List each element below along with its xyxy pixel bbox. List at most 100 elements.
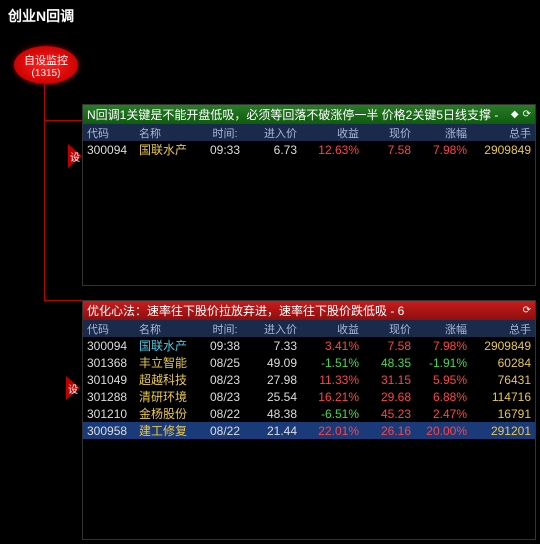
monitor-label: 自设监控: [24, 52, 68, 68]
cell-price: 7.58: [363, 143, 415, 157]
table-row[interactable]: 301210金杨股份08/2248.38-6.51%45.232.47%1679…: [83, 405, 535, 422]
column-header[interactable]: 时间:: [205, 125, 249, 141]
column-header[interactable]: 代码: [83, 125, 139, 141]
cell-name: 丰立智能: [139, 354, 205, 371]
cell-chg: -1.91%: [415, 356, 471, 370]
cell-ret: -1.51%: [301, 356, 363, 370]
cell-time: 09:33: [205, 143, 249, 157]
cell-price: 48.35: [363, 356, 415, 370]
cell-time: 08/23: [205, 390, 249, 404]
cell-ret: 3.41%: [301, 339, 363, 353]
stock-panel: 优化心法：速率往下股价拉放弃进，速率往下股价跌低吸 - 6⟳代码名称时间:进入价…: [82, 300, 536, 540]
cell-time: 08/23: [205, 373, 249, 387]
cell-code: 300094: [83, 143, 139, 157]
cell-code: 301368: [83, 356, 139, 370]
cell-vol: 76431: [471, 373, 535, 387]
cell-price: 29.68: [363, 390, 415, 404]
cell-vol: 2909849: [471, 339, 535, 353]
cell-code: 300094: [83, 339, 139, 353]
column-header[interactable]: 涨幅: [415, 125, 471, 141]
table-row[interactable]: 300094国联水产09:387.333.41%7.587.98%2909849: [83, 337, 535, 354]
cell-price: 31.15: [363, 373, 415, 387]
cell-code: 301210: [83, 407, 139, 421]
cell-chg: 7.98%: [415, 143, 471, 157]
cell-entry: 27.98: [249, 373, 301, 387]
cell-ret: -6.51%: [301, 407, 363, 421]
cell-entry: 21.44: [249, 424, 301, 438]
cell-ret: 11.33%: [301, 373, 363, 387]
cell-time: 08/25: [205, 356, 249, 370]
cell-ret: 12.63%: [301, 143, 363, 157]
cell-chg: 5.95%: [415, 373, 471, 387]
cell-code: 300958: [83, 424, 139, 438]
table-row[interactable]: 301049超越科技08/2327.9811.33%31.155.95%7643…: [83, 371, 535, 388]
cell-name: 金杨股份: [139, 405, 205, 422]
cell-time: 08/22: [205, 407, 249, 421]
column-header[interactable]: 总手: [471, 321, 535, 337]
cell-name: 国联水产: [139, 337, 205, 354]
cell-vol: 2909849: [471, 143, 535, 157]
column-header[interactable]: 涨幅: [415, 321, 471, 337]
cell-vol: 60284: [471, 356, 535, 370]
table-row[interactable]: 301288清研环境08/2325.5416.21%29.686.88%1147…: [83, 388, 535, 405]
self-monitor-badge[interactable]: 自设监控 (1315): [14, 46, 78, 84]
cell-price: 45.23: [363, 407, 415, 421]
column-header[interactable]: 总手: [471, 125, 535, 141]
cell-chg: 20.00%: [415, 424, 471, 438]
cell-name: 国联水产: [139, 141, 205, 158]
column-header[interactable]: 收益: [301, 321, 363, 337]
column-header[interactable]: 进入价: [249, 321, 301, 337]
cell-chg: 6.88%: [415, 390, 471, 404]
panel-header[interactable]: N回调1关键是不能开盘低吸，必须等回落不破涨停一半 价格2关键5日线支撑 - ◆…: [83, 105, 535, 124]
cell-entry: 49.09: [249, 356, 301, 370]
refresh-icon[interactable]: ⟳: [523, 305, 531, 316]
stock-panel: N回调1关键是不能开盘低吸，必须等回落不破涨停一半 价格2关键5日线支撑 - ◆…: [82, 104, 536, 286]
cell-vol: 16791: [471, 407, 535, 421]
refresh-icon[interactable]: ⟳: [523, 109, 531, 120]
panel-title: 优化心法：速率往下股价拉放弃进，速率往下股价跌低吸 - 6: [87, 302, 523, 319]
column-header[interactable]: 名称: [139, 321, 205, 337]
refresh-icon[interactable]: ◆: [511, 109, 519, 120]
cell-vol: 114716: [471, 390, 535, 404]
setting-label: 设: [68, 381, 78, 396]
table-row[interactable]: 301368丰立智能08/2549.09-1.51%48.35-1.91%602…: [83, 354, 535, 371]
table-header: 代码名称时间:进入价收益现价涨幅总手: [83, 124, 535, 141]
column-header[interactable]: 代码: [83, 321, 139, 337]
column-header[interactable]: 现价: [363, 125, 415, 141]
connector-line: [44, 120, 45, 300]
cell-entry: 48.38: [249, 407, 301, 421]
cell-ret: 22.01%: [301, 424, 363, 438]
table-row[interactable]: 300094国联水产09:336.7312.63%7.587.98%290984…: [83, 141, 535, 158]
panel-title: N回调1关键是不能开盘低吸，必须等回落不破涨停一半 价格2关键5日线支撑 -: [87, 106, 511, 123]
cell-name: 超越科技: [139, 371, 205, 388]
cell-chg: 7.98%: [415, 339, 471, 353]
page-title: 创业N回调: [0, 0, 540, 32]
cell-time: 09:38: [205, 339, 249, 353]
cell-chg: 2.47%: [415, 407, 471, 421]
cell-ret: 16.21%: [301, 390, 363, 404]
cell-code: 301288: [83, 390, 139, 404]
connector-line: [44, 84, 45, 120]
connector-line: [44, 120, 82, 121]
column-header[interactable]: 时间:: [205, 321, 249, 337]
cell-entry: 6.73: [249, 143, 301, 157]
cell-entry: 7.33: [249, 339, 301, 353]
column-header[interactable]: 进入价: [249, 125, 301, 141]
column-header[interactable]: 现价: [363, 321, 415, 337]
cell-entry: 25.54: [249, 390, 301, 404]
cell-price: 26.16: [363, 424, 415, 438]
table-header: 代码名称时间:进入价收益现价涨幅总手: [83, 320, 535, 337]
cell-code: 301049: [83, 373, 139, 387]
cell-time: 08/22: [205, 424, 249, 438]
cell-vol: 291201: [471, 424, 535, 438]
column-header[interactable]: 名称: [139, 125, 205, 141]
cell-name: 清研环境: [139, 388, 205, 405]
table-row[interactable]: 300958建工修复08/2221.4422.01%26.1620.00%291…: [83, 422, 535, 439]
column-header[interactable]: 收益: [301, 125, 363, 141]
cell-name: 建工修复: [139, 422, 205, 439]
connector-line: [44, 300, 82, 301]
setting-label: 设: [70, 149, 80, 164]
panel-header[interactable]: 优化心法：速率往下股价拉放弃进，速率往下股价跌低吸 - 6⟳: [83, 301, 535, 320]
monitor-count: (1315): [32, 68, 61, 79]
cell-price: 7.58: [363, 339, 415, 353]
